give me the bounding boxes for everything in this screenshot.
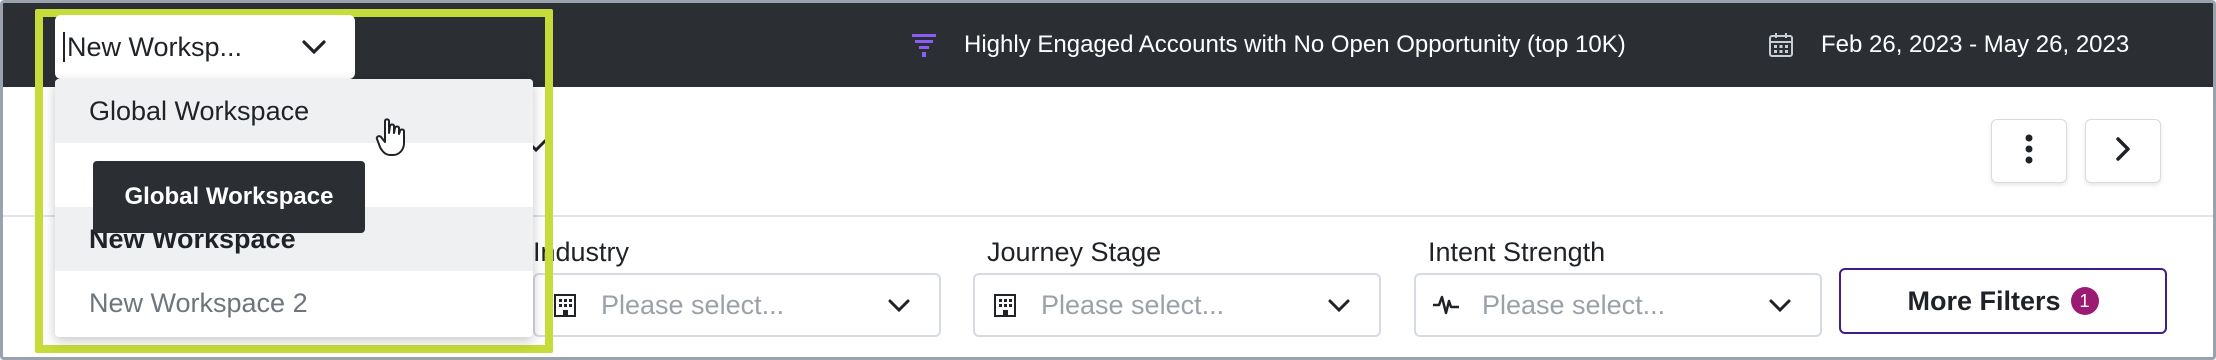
date-range-selector[interactable]: Feb 26, 2023 - May 26, 2023 [1765,3,2129,87]
text-cursor [63,32,65,62]
option-label: New Workspace 2 [89,287,308,318]
next-button[interactable] [2085,119,2161,183]
filter-label-intent-strength: Intent Strength [1428,237,1606,267]
more-filters-label: More Filters [1907,285,2061,316]
workspace-value: New Worksp... [67,31,243,62]
segment-selector[interactable]: Highly Engaged Accounts with No Open Opp… [908,3,1626,87]
building-icon [551,291,579,319]
more-options-button[interactable] [1991,119,2067,183]
chevron-down-icon [885,291,913,319]
date-range-text: Feb 26, 2023 - May 26, 2023 [1821,31,2130,58]
filter-count-badge: 1 [2070,287,2099,315]
tooltip: Global Workspace [93,161,365,233]
option-label: Global Workspace [89,95,310,126]
chevron-down-icon [1766,291,1794,319]
journey-stage-placeholder: Please select... [1041,289,1225,320]
app-frame: Highly Engaged Accounts with No Open Opp… [0,0,2216,360]
industry-select[interactable]: Please select... [533,273,941,337]
funnel-icon [908,29,940,61]
pulse-icon [1432,291,1460,319]
intent-strength-placeholder: Please select... [1482,289,1666,320]
kebab-icon [2024,133,2034,170]
workspace-option-global[interactable]: Global Workspace [55,79,533,143]
workspace-select[interactable]: New Worksp... [55,15,355,79]
chevron-right-icon [2113,136,2133,167]
workspace-option-new-2[interactable]: New Workspace 2 [55,271,533,335]
more-filters-button[interactable]: More Filters 1 [1839,268,2167,334]
filter-label-journey-stage: Journey Stage [987,237,1162,267]
industry-placeholder: Please select... [601,289,785,320]
journey-stage-select[interactable]: Please select... [973,273,1381,337]
intent-strength-select[interactable]: Please select... [1414,273,1822,337]
chevron-down-icon [1325,291,1353,319]
hand-pointer-icon [375,117,409,157]
chevron-down-icon [299,32,329,62]
calendar-icon [1765,29,1797,61]
segment-name: Highly Engaged Accounts with No Open Opp… [964,31,1626,58]
building-icon [991,291,1019,319]
